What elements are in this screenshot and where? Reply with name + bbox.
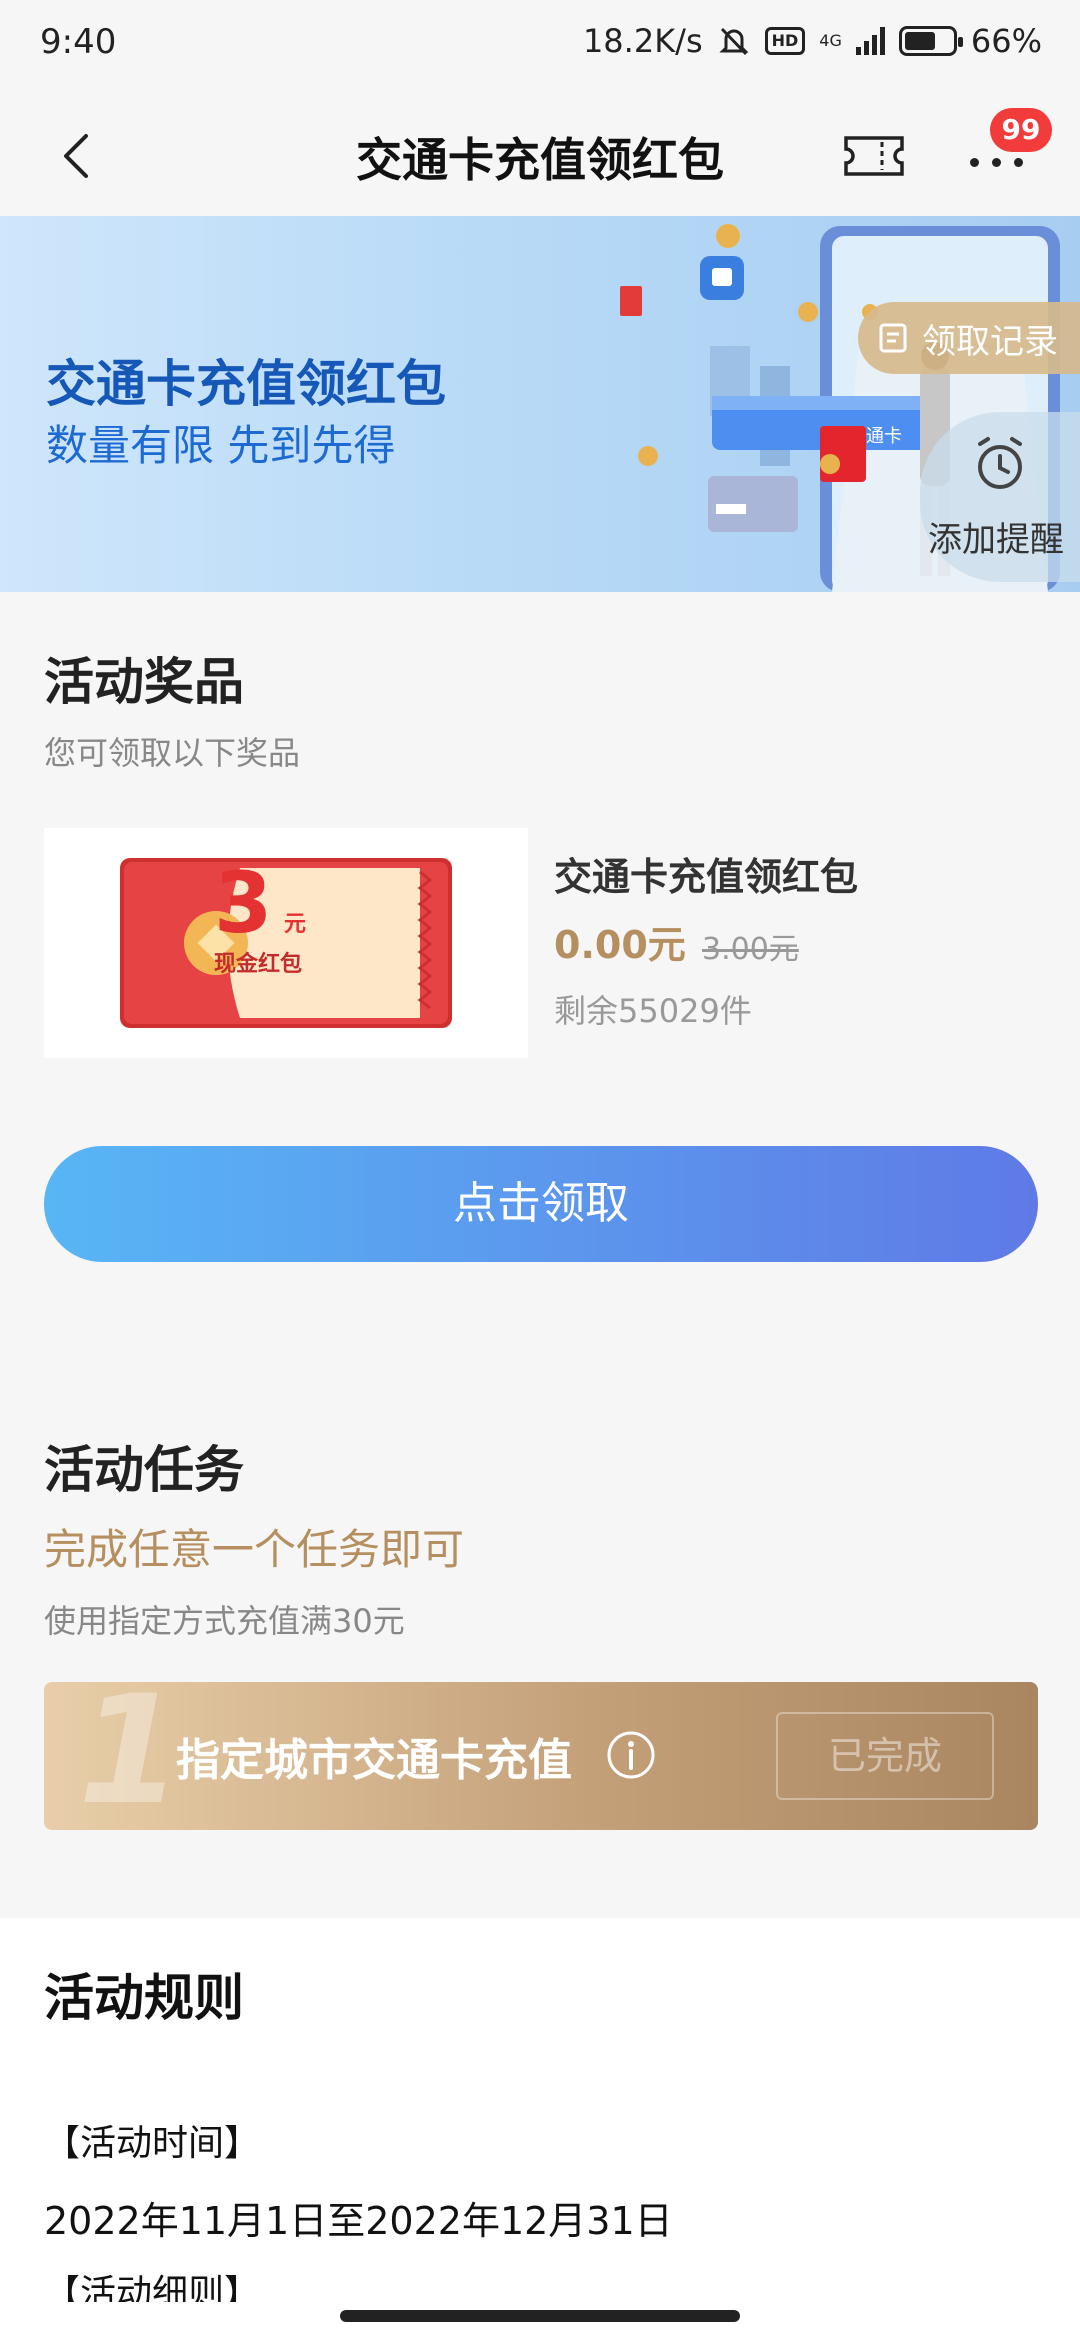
prize-section-subtitle: 您可领取以下奖品 [44, 734, 301, 772]
prize-price: 0.00元 [554, 923, 686, 967]
coupon-unit: 元 [284, 912, 307, 937]
prize-stock: 剩余55029件 [554, 992, 752, 1030]
rules-time-header: 【活动时间】 [44, 2123, 261, 2164]
banner-title: 交通卡充值领红包 [46, 355, 446, 413]
rules-time-value: 2022年11月1日至2022年12月31日 [44, 2199, 673, 2243]
record-list-icon [879, 323, 907, 353]
home-indicator[interactable] [340, 2310, 740, 2322]
status-icons: 18.2K/s HD 4G 66% [583, 22, 1042, 60]
add-reminder-button[interactable]: 添加提醒 [920, 412, 1080, 582]
task-card: 1 指定城市交通卡充值 已完成 [44, 1682, 1038, 1830]
rules-section: 活动规则 【活动时间】 2022年11月1日至2022年12月31日 【活动细则… [0, 1918, 1080, 2340]
ticket-icon[interactable] [842, 132, 906, 180]
alarm-clock-icon [978, 437, 1022, 489]
red-envelope-coupon [120, 858, 452, 1028]
status-bar: 9:40 18.2K/s HD 4G 66% [0, 0, 1080, 96]
status-time: 9:40 [40, 22, 117, 62]
network-type: 4G [819, 31, 842, 50]
coupon-amount: 3 [214, 854, 273, 952]
hd-icon: HD [764, 27, 806, 55]
banner-subtitle: 数量有限 先到先得 [46, 421, 396, 470]
coupon-label: 现金红包 [214, 952, 303, 977]
task-section-desc: 使用指定方式充值满30元 [44, 1602, 405, 1640]
nav-bar: 交通卡充值领红包 99 [0, 96, 1080, 216]
info-icon[interactable] [606, 1730, 656, 1780]
notification-badge: 99 [990, 108, 1052, 152]
prize-original-price: 3.00元 [702, 932, 799, 967]
claim-button[interactable]: 点击领取 [44, 1146, 1038, 1262]
rules-title: 活动规则 [44, 1969, 244, 2027]
page-title: 交通卡充值领红包 [356, 133, 724, 187]
task-section-subtitle: 完成任意一个任务即可 [44, 1525, 465, 1574]
prize-section-title: 活动奖品 [44, 653, 244, 711]
signal-icon [855, 27, 885, 55]
prize-section: 活动奖品 您可领取以下奖品 3 元 现金红包 交通卡充值领红包 0.00元 3.… [0, 592, 1080, 1918]
battery-level: 66% [970, 22, 1042, 60]
rules-detail-header: 【活动细则】 [44, 2273, 261, 2302]
prize-name: 交通卡充值领红包 [554, 855, 859, 899]
task-text: 指定城市交通卡充值 [176, 1735, 572, 1786]
mute-bell-icon [719, 27, 749, 56]
task-section-title: 活动任务 [44, 1441, 244, 1499]
remind-label: 添加提醒 [928, 520, 1064, 560]
task-number: 1 [78, 1682, 183, 1830]
prize-image: 3 元 现金红包 [44, 828, 528, 1058]
record-button[interactable]: 领取记录 [858, 302, 1080, 374]
task-status-button[interactable]: 已完成 [776, 1712, 994, 1800]
net-speed: 18.2K/s [582, 22, 703, 60]
battery-icon [898, 26, 963, 56]
record-label: 领取记录 [922, 321, 1058, 362]
hero-banner: 交通卡充值领红包 数量有限 先到先得 交通卡 领取记录 添加提醒 [0, 216, 1080, 592]
